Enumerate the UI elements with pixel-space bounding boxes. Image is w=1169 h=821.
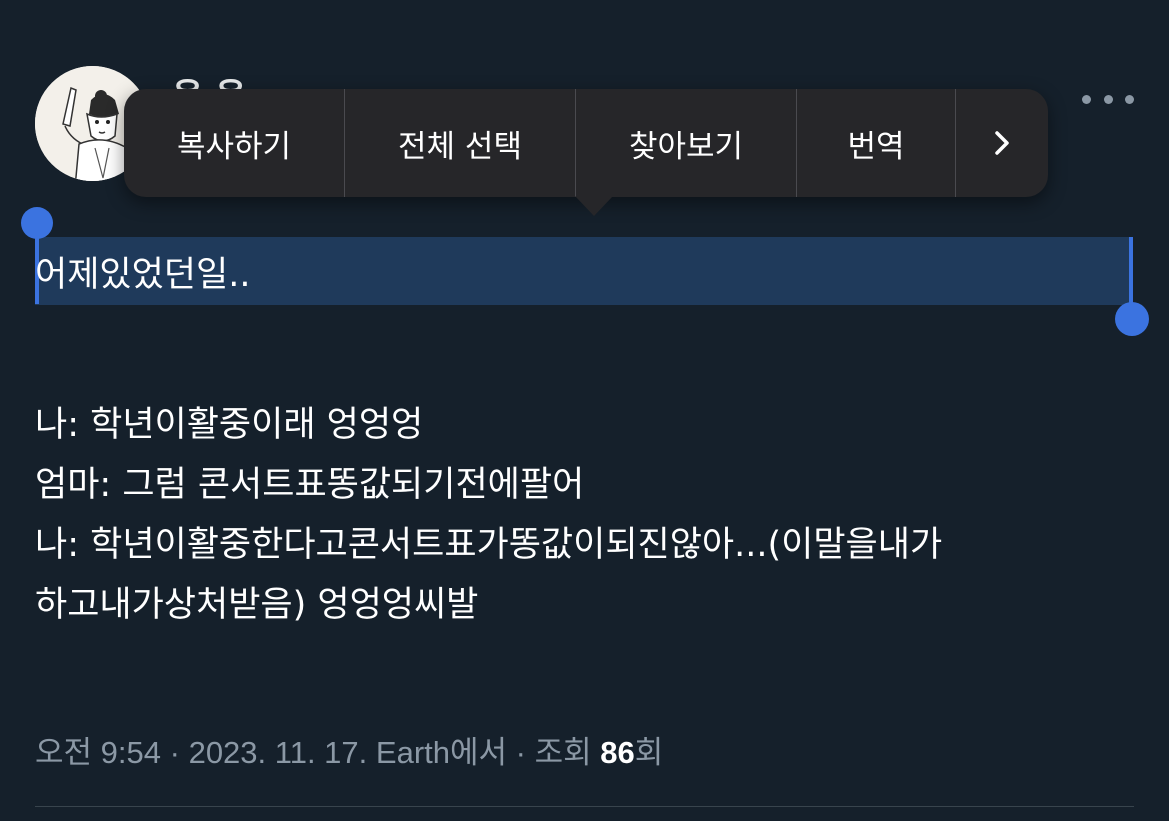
dot-icon [1125, 94, 1134, 104]
views-count[interactable]: 86 [600, 735, 634, 770]
menu-more-button[interactable] [956, 89, 1048, 197]
tweet-detail-page: 윤 윤 어제있었던일.. 나: 학년이활중이래 엉엉엉 엄마: 그럼 콘서트표똥… [0, 0, 1169, 821]
views-label: 조회 [534, 735, 592, 770]
tweet-source: Earth에서 [375, 735, 508, 770]
selection-end-handle[interactable] [1115, 302, 1149, 336]
meta-separator: · [515, 735, 526, 770]
dot-icon [1082, 94, 1091, 104]
selection-start-handle[interactable] [21, 207, 53, 239]
menu-item-select-all[interactable]: 전체 선택 [345, 89, 576, 197]
tweet-time[interactable]: 오전 9:54 [35, 735, 161, 770]
divider [35, 806, 1134, 807]
views-label-suffix: 회 [634, 735, 664, 770]
chevron-right-icon [995, 131, 1009, 155]
selected-text-line[interactable]: 어제있었던일.. [35, 245, 942, 305]
tweet-text[interactable]: 어제있었던일.. 나: 학년이활중이래 엉엉엉 엄마: 그럼 콘서트표똥값되기전… [35, 245, 942, 635]
tweet-text-line[interactable]: 나: 학년이활중한다고콘서트표가똥값이되진않아...(이말을내가 [35, 515, 942, 575]
menu-item-copy[interactable]: 복사하기 [124, 89, 345, 197]
menu-item-look-up[interactable]: 찾아보기 [576, 89, 797, 197]
tweet-text-line[interactable]: 하고내가상처받음) 엉엉엉씨발 [35, 575, 942, 635]
tweet-text-line[interactable]: 엄마: 그럼 콘서트표똥값되기전에팔어 [35, 455, 942, 515]
more-options-button[interactable] [1082, 84, 1134, 114]
dot-icon [1103, 94, 1113, 104]
tweet-date[interactable]: 2023. 11. 17. [189, 735, 368, 770]
tweet-text-line[interactable]: 나: 학년이활중이래 엉엉엉 [35, 395, 942, 455]
tweet-meta: 오전 9:54 · 2023. 11. 17. Earth에서 · 조회 86회 [35, 727, 663, 772]
menu-item-translate[interactable]: 번역 [797, 89, 956, 197]
meta-separator: · [169, 735, 180, 770]
text-context-menu: 복사하기 전체 선택 찾아보기 번역 [124, 89, 1048, 216]
